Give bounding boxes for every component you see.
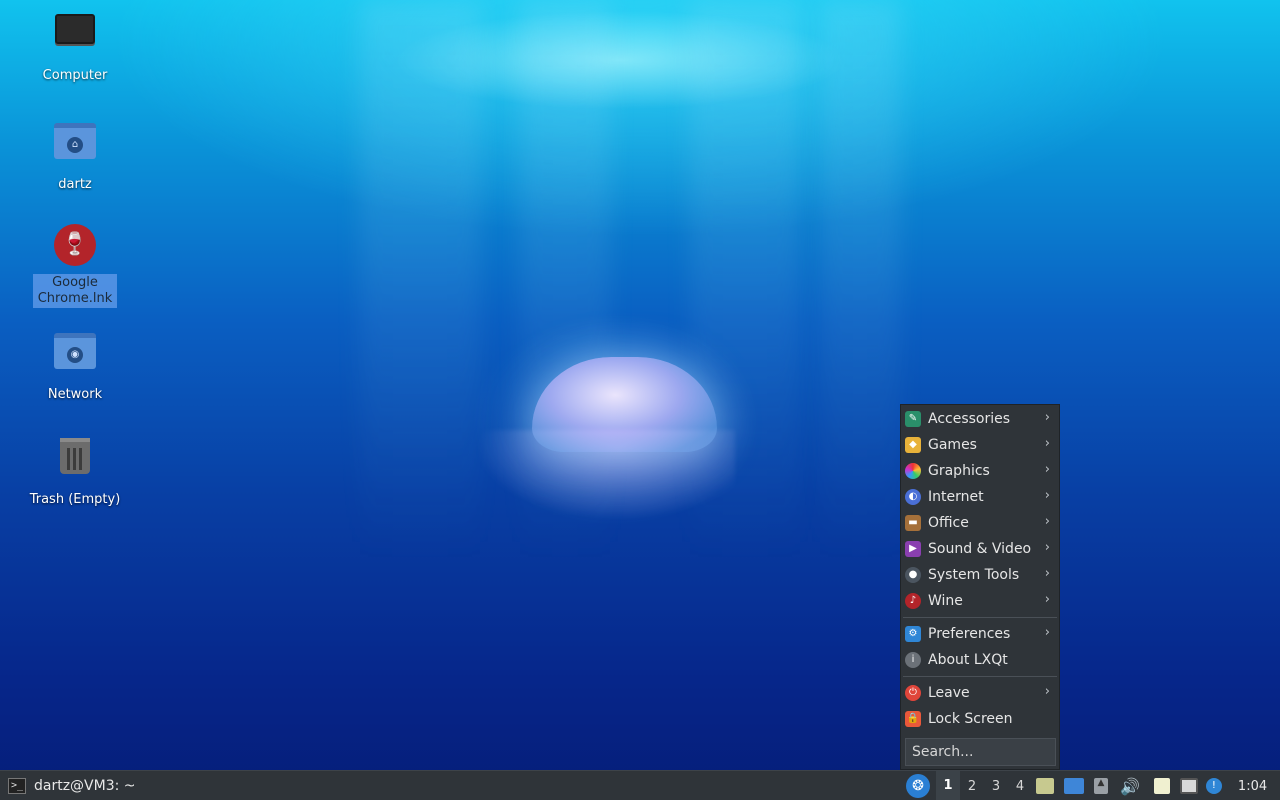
desktop-icon-network[interactable]: ◉ Network <box>25 329 125 404</box>
sound-video-icon: ▶ <box>905 541 921 557</box>
volume-icon[interactable]: 🔊 <box>1120 777 1140 796</box>
chevron-right-icon: › <box>1044 436 1050 451</box>
menu-item-sound-video[interactable]: ▶ Sound & Video › <box>901 536 1059 562</box>
notification-icon[interactable]: ! <box>1205 778 1222 794</box>
desktop-icon-computer[interactable]: Computer <box>25 14 125 85</box>
network-status-icon[interactable] <box>1179 778 1198 794</box>
menu-item-about-lxqt[interactable]: i About LXQt <box>901 647 1059 673</box>
chevron-right-icon: › <box>1044 625 1050 640</box>
menu-item-label: Leave <box>928 685 970 701</box>
system-tools-icon: ● <box>905 567 921 583</box>
wine-icon: ♪ <box>905 593 921 609</box>
workspace-3[interactable]: 3 <box>984 779 1008 794</box>
menu-item-label: Games <box>928 437 977 453</box>
menu-item-label: Preferences <box>928 626 1011 642</box>
menu-item-label: About LXQt <box>928 652 1008 668</box>
taskbar-window-terminal[interactable]: >_ dartz@VM3: ~ <box>4 774 140 798</box>
menu-separator <box>903 676 1057 677</box>
preferences-icon: ⚙ <box>905 626 921 642</box>
workspace-2[interactable]: 2 <box>960 779 984 794</box>
eject-icon[interactable]: ▲ <box>1094 778 1108 794</box>
menu-separator <box>903 617 1057 618</box>
application-menu: ✎ Accessories › ◆ Games › Graphics › ◐ I… <box>900 404 1060 770</box>
graphics-icon <box>905 463 921 479</box>
chevron-right-icon: › <box>1044 410 1050 425</box>
desktop-icon-home[interactable]: ⌂ dartz <box>25 119 125 194</box>
menu-item-label: System Tools <box>928 567 1020 583</box>
computer-icon <box>53 14 97 58</box>
taskbar: >_ dartz@VM3: ~ ❂ 1 2 3 4 ▲ 🔊 ! 1:04 <box>0 770 1280 800</box>
menu-item-games[interactable]: ◆ Games › <box>901 432 1059 458</box>
light-ray <box>820 0 900 560</box>
lxqt-menu-icon[interactable]: ❂ <box>906 774 930 798</box>
menu-item-label: Graphics <box>928 463 990 479</box>
desktop-icon-label: Trash (Empty) <box>29 492 121 507</box>
chevron-right-icon: › <box>1044 684 1050 699</box>
chevron-right-icon: › <box>1044 540 1050 555</box>
power-icon: ⏻ <box>905 685 921 701</box>
menu-item-office[interactable]: ▬ Office › <box>901 510 1059 536</box>
desktop-icon-chrome-lnk[interactable]: 🍷 Google Chrome.lnk <box>25 224 125 308</box>
workspace-4[interactable]: 4 <box>1008 779 1032 794</box>
menu-item-accessories[interactable]: ✎ Accessories › <box>901 406 1059 432</box>
light-ray <box>360 0 480 560</box>
menu-item-internet[interactable]: ◐ Internet › <box>901 484 1059 510</box>
internet-icon: ◐ <box>905 489 921 505</box>
desktop-icon-label: Network <box>47 387 103 402</box>
clock[interactable]: 1:04 <box>1238 779 1267 794</box>
menu-item-system-tools[interactable]: ● System Tools › <box>901 562 1059 588</box>
chevron-right-icon: › <box>1044 514 1050 529</box>
menu-item-label: Lock Screen <box>928 711 1013 727</box>
menu-item-preferences[interactable]: ⚙ Preferences › <box>901 621 1059 647</box>
menu-item-wine[interactable]: ♪ Wine › <box>901 588 1059 614</box>
system-tray: ❂ 1 2 3 4 ▲ 🔊 ! 1:04 <box>906 771 1267 800</box>
menu-item-lock-screen[interactable]: 🔒 Lock Screen <box>901 706 1059 732</box>
clipboard-icon[interactable] <box>1153 778 1170 794</box>
menu-item-label: Wine <box>928 593 963 609</box>
menu-item-label: Office <box>928 515 969 531</box>
desktop-icon-label: dartz <box>58 177 92 192</box>
info-icon: i <box>905 652 921 668</box>
office-icon: ▬ <box>905 515 921 531</box>
task-label: dartz@VM3: ~ <box>34 778 136 794</box>
menu-item-leave[interactable]: ⏻ Leave › <box>901 680 1059 706</box>
file-manager-icon[interactable] <box>1036 778 1054 794</box>
chevron-right-icon: › <box>1044 592 1050 607</box>
desktop-icon-label: Computer <box>42 68 108 83</box>
chevron-right-icon: › <box>1044 462 1050 477</box>
chevron-right-icon: › <box>1044 488 1050 503</box>
network-folder-icon: ◉ <box>53 333 97 377</box>
workspace-1[interactable]: 1 <box>936 771 960 800</box>
lock-icon: 🔒 <box>905 711 921 727</box>
games-icon: ◆ <box>905 437 921 453</box>
terminal-icon: >_ <box>8 778 26 794</box>
menu-item-label: Internet <box>928 489 984 505</box>
trash-icon <box>53 438 97 482</box>
wine-icon: 🍷 <box>53 224 97 268</box>
menu-item-label: Accessories <box>928 411 1011 427</box>
menu-search-input[interactable]: Search... <box>905 738 1056 766</box>
menu-item-label: Sound & Video <box>928 541 1032 557</box>
accessories-icon: ✎ <box>905 411 921 427</box>
desktop-icon-trash[interactable]: Trash (Empty) <box>25 434 125 509</box>
home-folder-icon: ⌂ <box>53 123 97 167</box>
menu-item-graphics[interactable]: Graphics › <box>901 458 1059 484</box>
desktop-icon-label: Google Chrome.lnk <box>33 274 117 308</box>
chevron-right-icon: › <box>1044 566 1050 581</box>
show-desktop-icon[interactable] <box>1064 778 1084 794</box>
